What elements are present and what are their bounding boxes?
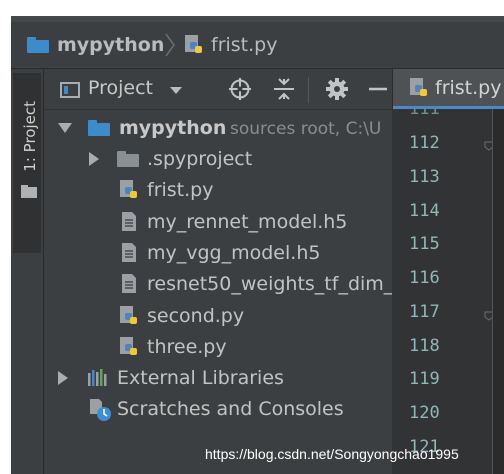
tree-scratches-consoles[interactable]: Scratches and Consoles [44, 394, 392, 424]
line-number: 112 [409, 133, 440, 153]
tool-window-strip: 1: Project [11, 69, 44, 474]
chevron-down-icon[interactable] [170, 87, 182, 94]
file-icon [122, 274, 136, 293]
watermark-text: https://blog.csdn.net/Songyongchao1995 [205, 446, 459, 462]
python-file-icon [185, 35, 202, 53]
navigation-bar: mypython frist.py [11, 22, 504, 69]
breadcrumb-project[interactable]: mypython [27, 22, 164, 68]
editor-tab-frist-py[interactable]: frist.py [393, 69, 504, 109]
line-number: 116 [409, 268, 440, 288]
tree-item-my-rennet-model[interactable]: my_rennet_model.h5 [44, 207, 392, 237]
line-number-partial: 111 [409, 109, 440, 119]
line-number: 119 [409, 369, 440, 389]
scratches-icon [90, 399, 111, 421]
line-number-gutter: 111 112 113 114 115 116 117 118 119 120 … [392, 109, 492, 474]
tree-root-note: sources root, C:\U [230, 119, 382, 139]
tree-item-label: Scratches and Consoles [117, 398, 344, 420]
tree-root[interactable]: mypython sources root, C:\U [44, 113, 392, 143]
expand-arrow-icon[interactable] [58, 123, 72, 133]
toolbar-divider [308, 77, 309, 103]
project-tool-tab[interactable]: 1: Project [13, 73, 41, 253]
collapsed-arrow-icon[interactable] [89, 152, 99, 166]
breadcrumb-project-label: mypython [57, 34, 165, 56]
gear-icon[interactable] [325, 77, 349, 101]
collapsed-arrow-icon[interactable] [58, 371, 68, 385]
editor-tab-label: frist.py [435, 77, 502, 99]
project-panel-header: Project [44, 69, 392, 110]
minimize-icon[interactable] [366, 77, 390, 101]
file-icon [122, 243, 136, 262]
line-number: 113 [409, 167, 440, 187]
folder-icon [21, 185, 37, 198]
project-view-selector[interactable]: Project [88, 77, 153, 99]
tree-item-label: External Libraries [117, 367, 284, 389]
tree-item-spyproject[interactable]: .spyproject [44, 144, 392, 174]
fold-marker-icon[interactable] [484, 311, 492, 321]
collapse-all-icon[interactable] [272, 77, 296, 101]
tree-external-libraries[interactable]: External Libraries [44, 363, 392, 393]
line-number: 118 [409, 336, 440, 356]
line-number: 117 [409, 302, 440, 322]
folder-icon [27, 37, 49, 53]
project-tool-label: 1: Project [21, 101, 39, 172]
tree-item-second-py[interactable]: second.py [44, 301, 392, 331]
line-number: 114 [409, 201, 440, 221]
line-number: 115 [409, 234, 440, 254]
project-view-icon [60, 82, 80, 98]
chevron-right-icon [165, 33, 175, 57]
python-file-icon [410, 78, 427, 96]
tree-item-label: resnet50_weights_tf_dim_o [147, 273, 392, 295]
tree-item-label: three.py [147, 336, 227, 358]
gutter-divider [492, 109, 493, 474]
editor-tabs: frist.py [392, 69, 504, 109]
python-file-icon [120, 337, 137, 355]
python-file-icon [120, 306, 137, 324]
tree-item-three-py[interactable]: three.py [44, 332, 392, 362]
tree-item-label: my_rennet_model.h5 [147, 211, 348, 233]
python-file-icon [120, 180, 137, 198]
folder-icon [117, 151, 139, 167]
library-icon [88, 369, 107, 386]
breadcrumb-file[interactable]: frist.py [183, 22, 277, 68]
tree-item-label: my_vgg_model.h5 [147, 242, 321, 264]
tree-item-label: frist.py [147, 179, 214, 201]
tree-item-my-vgg-model[interactable]: my_vgg_model.h5 [44, 238, 392, 268]
locate-icon[interactable] [228, 77, 252, 101]
tree-root-name: mypython [119, 117, 227, 139]
tree-item-label: .spyproject [147, 148, 253, 170]
folder-icon [88, 120, 110, 136]
tree-item-frist-py[interactable]: frist.py [44, 175, 392, 205]
project-tree: mypython sources root, C:\U .spyproject … [44, 110, 392, 474]
breadcrumb-file-label: frist.py [211, 34, 278, 56]
ide-window: mypython frist.py 1: Project Project myp… [11, 16, 504, 474]
file-icon [122, 212, 136, 231]
tree-item-resnet50-weights[interactable]: resnet50_weights_tf_dim_o [44, 269, 392, 299]
editor-area: frist.py 111 112 113 114 115 116 117 118… [392, 69, 504, 474]
tree-item-label: second.py [147, 305, 245, 327]
fold-marker-icon[interactable] [484, 141, 492, 151]
line-number: 120 [409, 403, 440, 423]
